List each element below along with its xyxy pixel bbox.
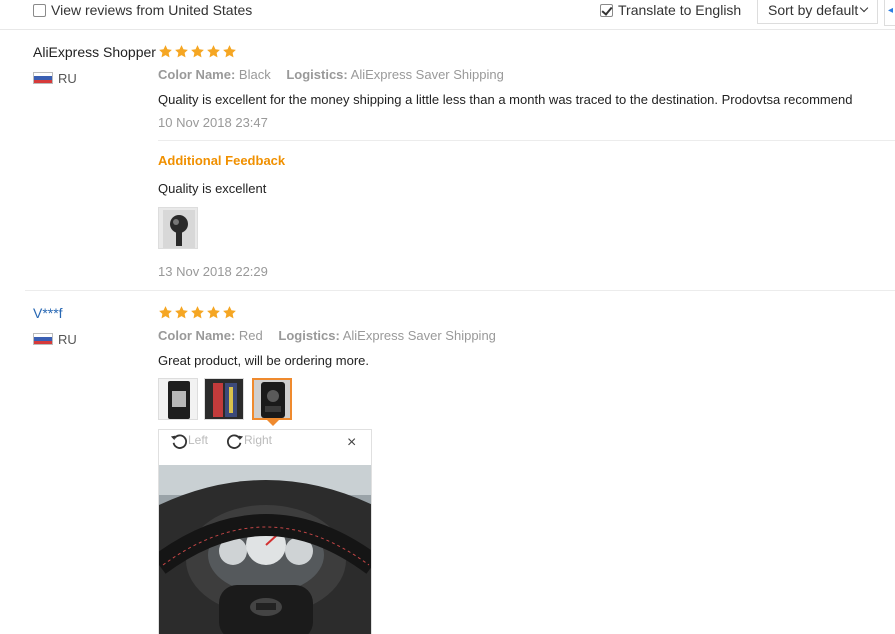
collapse-button[interactable]: ◂ (884, 0, 895, 26)
close-icon[interactable]: × (347, 434, 356, 452)
review-text: Great product, will be ordering more. (158, 353, 369, 368)
review-toolbar: View reviews from United States Translat… (0, 0, 895, 30)
photo-image (159, 208, 197, 248)
star-icon (222, 44, 237, 59)
translate-checkbox[interactable] (600, 4, 613, 17)
rotate-left-label: Left (188, 433, 209, 448)
view-us-label[interactable]: View reviews from United States (51, 2, 252, 18)
photo-image (159, 379, 197, 419)
star-icon (190, 305, 205, 320)
star-icon (190, 44, 205, 59)
steering-wheel-photo (159, 465, 371, 634)
translate-label[interactable]: Translate to English (618, 2, 741, 18)
additional-feedback-title: Additional Feedback (158, 153, 286, 168)
additional-feedback-date: 13 Nov 2018 22:29 (158, 264, 268, 279)
star-icon (174, 44, 189, 59)
star-icon (206, 305, 221, 320)
review-divider (25, 290, 895, 291)
additional-feedback-text: Quality is excellent (158, 181, 267, 196)
order-info: Color Name: Black Logistics: AliExpress … (158, 67, 504, 82)
review-date: 10 Nov 2018 23:47 (158, 115, 268, 130)
star-icon (174, 305, 189, 320)
reviewer-country: RU (58, 71, 77, 86)
rotate-right-label: Right (244, 433, 273, 448)
review-photo-thumbnail[interactable] (204, 378, 244, 420)
photo-image (205, 379, 243, 419)
image-viewer: Left Right × (158, 429, 372, 634)
sort-label: Sort by default (768, 2, 859, 18)
rotate-right-button[interactable]: Right (226, 432, 272, 450)
star-icon (206, 44, 221, 59)
color-label: Color Name: (158, 67, 236, 82)
color-value: Black (238, 67, 271, 82)
rotate-right-icon (227, 434, 244, 449)
star-icon (158, 44, 173, 59)
rotate-left-button[interactable]: Left (170, 432, 208, 450)
review-text: Quality is excellent for the money shipp… (158, 92, 853, 107)
star-rating (158, 305, 237, 320)
review-photo-thumbnail[interactable] (158, 207, 198, 249)
photo-image (254, 380, 290, 418)
color-label: Color Name: (158, 328, 236, 343)
view-us-checkbox[interactable] (33, 4, 46, 17)
logistics-label: Logistics: (286, 67, 348, 82)
star-rating (158, 44, 237, 59)
selected-indicator-arrow (267, 420, 279, 426)
logistics-value: AliExpress Saver Shipping (350, 67, 504, 82)
logistics-label: Logistics: (278, 328, 340, 343)
review-photo-thumbnail-selected[interactable] (252, 378, 292, 420)
reviewer-name: AliExpress Shopper (33, 44, 156, 60)
chevron-down-icon (859, 3, 869, 13)
viewer-photo (159, 465, 371, 634)
rotate-left-icon (170, 434, 187, 449)
russia-flag-icon (33, 333, 53, 345)
order-info: Color Name: Red Logistics: AliExpress Sa… (158, 328, 496, 343)
logistics-value: AliExpress Saver Shipping (342, 328, 496, 343)
sort-dropdown[interactable]: Sort by default (757, 0, 878, 24)
russia-flag-icon (33, 72, 53, 84)
reviewer-country: RU (58, 332, 77, 347)
divider (158, 140, 895, 141)
star-icon (158, 305, 173, 320)
color-value: Red (238, 328, 263, 343)
star-icon (222, 305, 237, 320)
reviewer-name[interactable]: V***f (33, 305, 63, 321)
review-photo-thumbnail[interactable] (158, 378, 198, 420)
arrow-icon: ◂ (888, 5, 894, 16)
